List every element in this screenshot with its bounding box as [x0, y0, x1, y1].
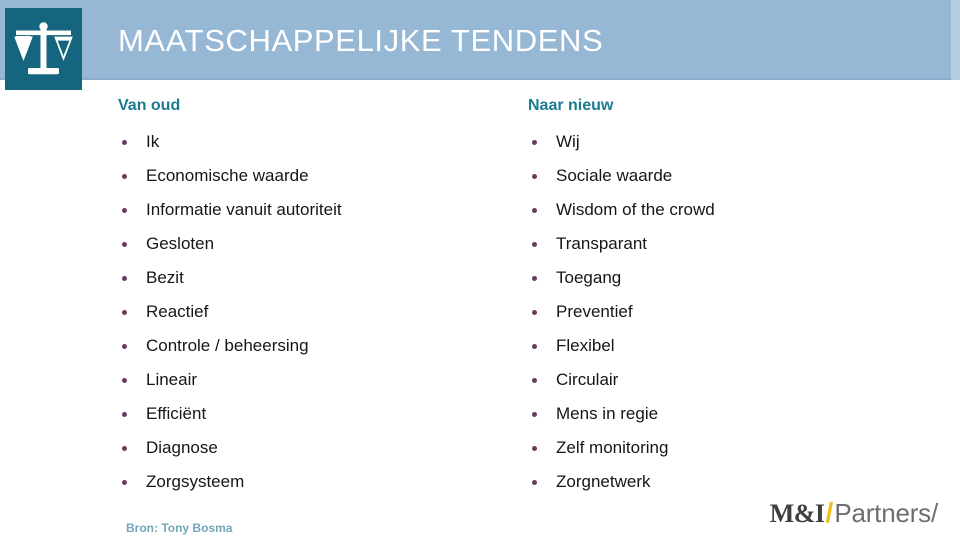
list-item-label: Efficiënt [146, 404, 207, 423]
list-item: Toegang [528, 261, 928, 295]
bullet-dot-icon [122, 140, 127, 145]
list-item: Bezit [118, 261, 518, 295]
list-item-label: Informatie vanuit autoriteit [146, 200, 342, 219]
list-item: Mens in regie [528, 397, 928, 431]
list-item: Sociale waarde [528, 159, 928, 193]
list-item: Flexibel [528, 329, 928, 363]
list-item: Ik [118, 125, 518, 159]
list-item-label: Controle / beheersing [146, 336, 309, 355]
bullet-dot-icon [122, 446, 127, 451]
bullet-dot-icon [532, 208, 537, 213]
list-item: Informatie vanuit autoriteit [118, 193, 518, 227]
list-item: Controle / beheersing [118, 329, 518, 363]
list-item-label: Lineair [146, 370, 198, 389]
bullet-dot-icon [122, 242, 127, 247]
bullet-dot-icon [532, 140, 537, 145]
bullet-dot-icon [122, 412, 127, 417]
list-item: Circulair [528, 363, 928, 397]
list-item: Economische waarde [118, 159, 518, 193]
bullet-dot-icon [122, 480, 127, 485]
partner-logo-slash-icon: / [825, 497, 834, 528]
list-item: Wisdom of the crowd [528, 193, 928, 227]
page-title: MAATSCHAPPELIJKE TENDENS [118, 23, 604, 58]
list-item-label: Zelf monitoring [556, 438, 669, 457]
list-item: Preventief [528, 295, 928, 329]
column-heading-naar-nieuw: Naar nieuw [528, 97, 614, 114]
list-item-label: Circulair [556, 370, 619, 389]
bullet-dot-icon [532, 174, 537, 179]
list-item: Reactief [118, 295, 518, 329]
list-item-label: Zorgnetwerk [556, 472, 651, 491]
list-item-label: Sociale waarde [556, 166, 673, 185]
bullet-dot-icon [532, 310, 537, 315]
list-item: Lineair [118, 363, 518, 397]
list-item-label: Flexibel [556, 336, 615, 355]
scales-of-justice-icon [14, 22, 73, 75]
list-item-label: Mens in regie [556, 404, 659, 423]
partner-logo: M&I/Partners/ [770, 498, 938, 533]
partner-logo-partners-text: Partners/ [834, 498, 938, 528]
list-item-label: Transparant [556, 234, 648, 253]
list-item-label: Wij [556, 132, 580, 151]
bullet-dot-icon [532, 276, 537, 281]
column-van-oud: Van oud Ik Economische waarde Informatie… [118, 96, 518, 499]
list-item: Transparant [528, 227, 928, 261]
bullet-dot-icon [532, 242, 537, 247]
list-item: Zorgnetwerk [528, 465, 928, 499]
source-note: Bron: Tony Bosma [126, 521, 233, 535]
bullet-dot-icon [122, 174, 127, 179]
partner-logo-mi-text: M&I [769, 499, 825, 528]
bullet-list-van-oud: Ik Economische waarde Informatie vanuit … [118, 125, 518, 499]
bullet-dot-icon [122, 276, 127, 281]
list-item-label: Diagnose [146, 438, 218, 457]
bullet-dot-icon [532, 378, 537, 383]
column-naar-nieuw: Naar nieuw Wij Sociale waarde Wisdom of … [528, 96, 928, 499]
bullet-dot-icon [532, 480, 537, 485]
bullet-dot-icon [532, 344, 537, 349]
bullet-dot-icon [532, 446, 537, 451]
list-item-label: Gesloten [146, 234, 215, 253]
list-item: Diagnose [118, 431, 518, 465]
list-item: Gesloten [118, 227, 518, 261]
list-item-label: Preventief [556, 302, 633, 321]
list-item: Efficiënt [118, 397, 518, 431]
header-right-strip [951, 0, 960, 80]
bullet-dot-icon [122, 378, 127, 383]
list-item-label: Toegang [556, 268, 622, 287]
bullet-dot-icon [122, 344, 127, 349]
bullet-list-naar-nieuw: Wij Sociale waarde Wisdom of the crowd T… [528, 125, 928, 499]
scales-of-justice-logo-tile [5, 8, 82, 90]
list-item: Zorgsysteem [118, 465, 518, 499]
list-item: Zelf monitoring [528, 431, 928, 465]
list-item-label: Bezit [146, 268, 184, 287]
list-item-label: Zorgsysteem [146, 472, 245, 491]
list-item-label: Wisdom of the crowd [556, 200, 715, 219]
bullet-dot-icon [122, 208, 127, 213]
list-item: Wij [528, 125, 928, 159]
column-heading-van-oud: Van oud [118, 97, 181, 114]
bullet-dot-icon [122, 310, 127, 315]
bullet-dot-icon [532, 412, 537, 417]
list-item-label: Economische waarde [146, 166, 309, 185]
list-item-label: Ik [146, 132, 160, 151]
list-item-label: Reactief [146, 302, 209, 321]
